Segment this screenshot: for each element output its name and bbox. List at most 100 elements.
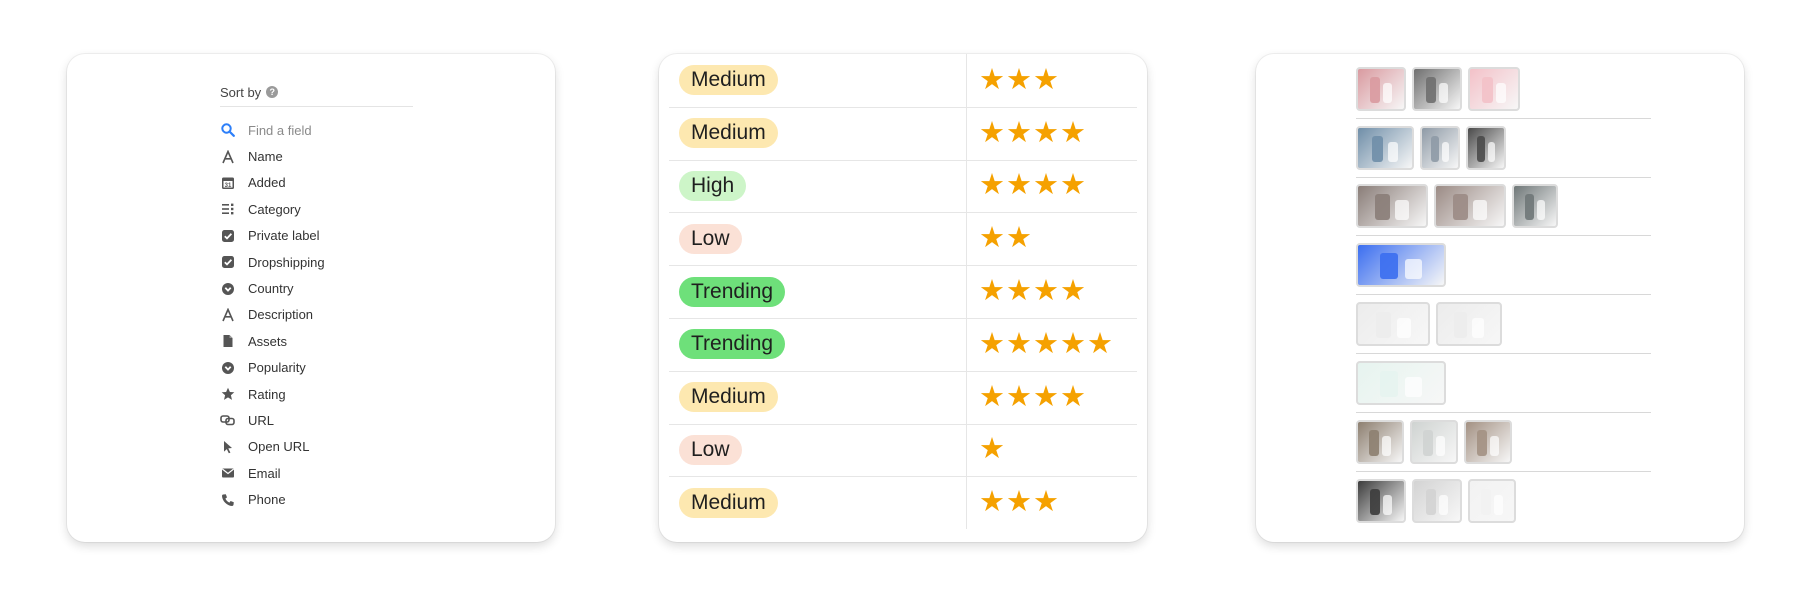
- asset-thumbnail[interactable]: [1356, 66, 1406, 111]
- product-image: [1382, 435, 1391, 456]
- asset-thumbnail[interactable]: [1468, 66, 1520, 111]
- star-icon: ★: [1033, 275, 1059, 308]
- search-icon: [220, 123, 235, 138]
- asset-thumbnail[interactable]: [1356, 302, 1430, 347]
- star-icon: ★: [1060, 116, 1086, 149]
- asset-thumbnail[interactable]: [1420, 125, 1460, 170]
- sort-field-label: Open URL: [248, 439, 310, 455]
- asset-thumbnail[interactable]: [1356, 419, 1404, 464]
- asset-thumbnail[interactable]: [1356, 243, 1446, 288]
- star-icon: ★: [979, 63, 1005, 96]
- product-image: [1487, 141, 1495, 162]
- asset-thumbnail[interactable]: [1356, 360, 1446, 405]
- sort-field-added[interactable]: 31 Added: [220, 170, 480, 196]
- popularity-cell[interactable]: High: [669, 159, 967, 213]
- star-icon: ★: [1060, 275, 1086, 308]
- popularity-cell[interactable]: Medium: [669, 54, 967, 107]
- svg-text:31: 31: [224, 183, 231, 189]
- text-a-icon: [220, 149, 235, 164]
- asset-thumbnail[interactable]: [1436, 302, 1502, 347]
- sort-field-label: Added: [248, 175, 286, 191]
- sort-field-url[interactable]: URL: [220, 407, 480, 433]
- star-icon: ★: [1033, 380, 1059, 413]
- asset-row[interactable]: [1356, 60, 1651, 119]
- asset-thumbnail[interactable]: [1356, 184, 1428, 229]
- sort-field-phone[interactable]: Phone: [220, 486, 480, 512]
- sort-field-country[interactable]: Country: [220, 275, 480, 301]
- popularity-badge: High: [679, 170, 747, 201]
- sort-field-private-label[interactable]: Private label: [220, 223, 480, 249]
- table-row[interactable]: Medium ★ ★ ★ ★: [669, 106, 1137, 161]
- table-row[interactable]: Medium ★ ★ ★: [669, 476, 1137, 530]
- asset-thumbnail[interactable]: [1464, 419, 1512, 464]
- star-icon: ★: [979, 486, 1005, 519]
- sort-field-assets[interactable]: Assets: [220, 328, 480, 354]
- asset-row[interactable]: [1356, 354, 1651, 413]
- product-image: [1439, 494, 1449, 515]
- sort-field-name[interactable]: Name: [220, 143, 480, 169]
- asset-row[interactable]: [1356, 178, 1651, 237]
- popularity-cell[interactable]: Trending: [669, 318, 967, 371]
- sort-field-dropshipping[interactable]: Dropshipping: [220, 249, 480, 275]
- table-row[interactable]: Low ★ ★: [669, 212, 1137, 267]
- sort-field-category[interactable]: Category: [220, 196, 480, 222]
- rating-cell[interactable]: ★ ★ ★ ★ ★: [967, 327, 1113, 360]
- asset-thumbnail[interactable]: [1412, 478, 1462, 523]
- product-image: [1405, 376, 1423, 397]
- rating-cell[interactable]: ★ ★ ★: [967, 488, 1059, 517]
- rating-cell[interactable]: ★ ★ ★ ★: [967, 277, 1086, 306]
- popularity-cell[interactable]: Low: [669, 212, 967, 266]
- sort-field-open-url[interactable]: Open URL: [220, 434, 480, 460]
- popularity-cell[interactable]: Medium: [669, 370, 967, 424]
- product-image: [1439, 82, 1449, 103]
- asset-thumbnail[interactable]: [1512, 184, 1558, 229]
- star-icon: ★: [1033, 63, 1059, 96]
- star-icon: ★: [1033, 327, 1059, 360]
- star-icon: ★: [1060, 327, 1086, 360]
- table-row[interactable]: Low ★: [669, 423, 1137, 478]
- rating-cell[interactable]: ★ ★ ★ ★: [967, 116, 1086, 149]
- help-icon[interactable]: ?: [266, 86, 279, 98]
- table-row[interactable]: Medium ★ ★ ★: [669, 54, 1137, 108]
- table-row[interactable]: Trending ★ ★ ★ ★: [669, 265, 1137, 319]
- asset-thumbnail[interactable]: [1356, 478, 1406, 523]
- popularity-cell[interactable]: Medium: [669, 106, 967, 160]
- product-image: [1477, 135, 1485, 162]
- product-image: [1490, 435, 1499, 456]
- asset-row[interactable]: [1356, 119, 1651, 178]
- asset-row[interactable]: [1356, 472, 1651, 531]
- table-row[interactable]: Trending ★ ★ ★ ★ ★: [669, 318, 1137, 372]
- asset-thumbnail[interactable]: [1466, 125, 1506, 170]
- sort-menu: Sort by ? Find a field Name 31 Added Catego…: [220, 78, 480, 513]
- sort-field-email[interactable]: Email: [220, 460, 480, 486]
- rating-cell[interactable]: ★: [967, 435, 1005, 464]
- find-field-input[interactable]: Find a field: [220, 117, 480, 143]
- asset-row[interactable]: [1356, 413, 1651, 472]
- asset-thumbnail[interactable]: [1434, 184, 1506, 229]
- sort-field-rating[interactable]: Rating: [220, 381, 480, 407]
- sort-field-popularity[interactable]: Popularity: [220, 355, 480, 381]
- asset-thumbnail[interactable]: [1356, 125, 1414, 170]
- sort-field-label: Category: [248, 201, 301, 217]
- star-icon: ★: [1060, 169, 1086, 202]
- popularity-cell[interactable]: Trending: [669, 265, 967, 318]
- product-image: [1472, 318, 1485, 339]
- star-icon: ★: [979, 433, 1005, 466]
- sort-field-description[interactable]: Description: [220, 302, 480, 328]
- table-row[interactable]: High ★ ★ ★ ★: [669, 159, 1137, 214]
- rating-cell[interactable]: ★ ★ ★: [967, 63, 1059, 96]
- popularity-badge: Trending: [679, 276, 786, 307]
- rating-cell[interactable]: ★ ★ ★ ★: [967, 171, 1086, 200]
- asset-thumbnail[interactable]: [1412, 66, 1462, 111]
- popularity-cell[interactable]: Medium: [669, 476, 967, 530]
- rating-cell[interactable]: ★ ★: [967, 224, 1032, 253]
- rating-cell[interactable]: ★ ★ ★ ★: [967, 380, 1086, 413]
- asset-thumbnail[interactable]: [1468, 478, 1516, 523]
- asset-thumbnail[interactable]: [1410, 419, 1458, 464]
- popularity-cell[interactable]: Low: [669, 423, 967, 477]
- sort-field-label: Rating: [248, 386, 286, 402]
- table-row[interactable]: Medium ★ ★ ★ ★: [669, 370, 1137, 425]
- asset-row[interactable]: [1356, 236, 1651, 296]
- product-image: [1379, 253, 1399, 280]
- asset-row[interactable]: [1356, 295, 1651, 354]
